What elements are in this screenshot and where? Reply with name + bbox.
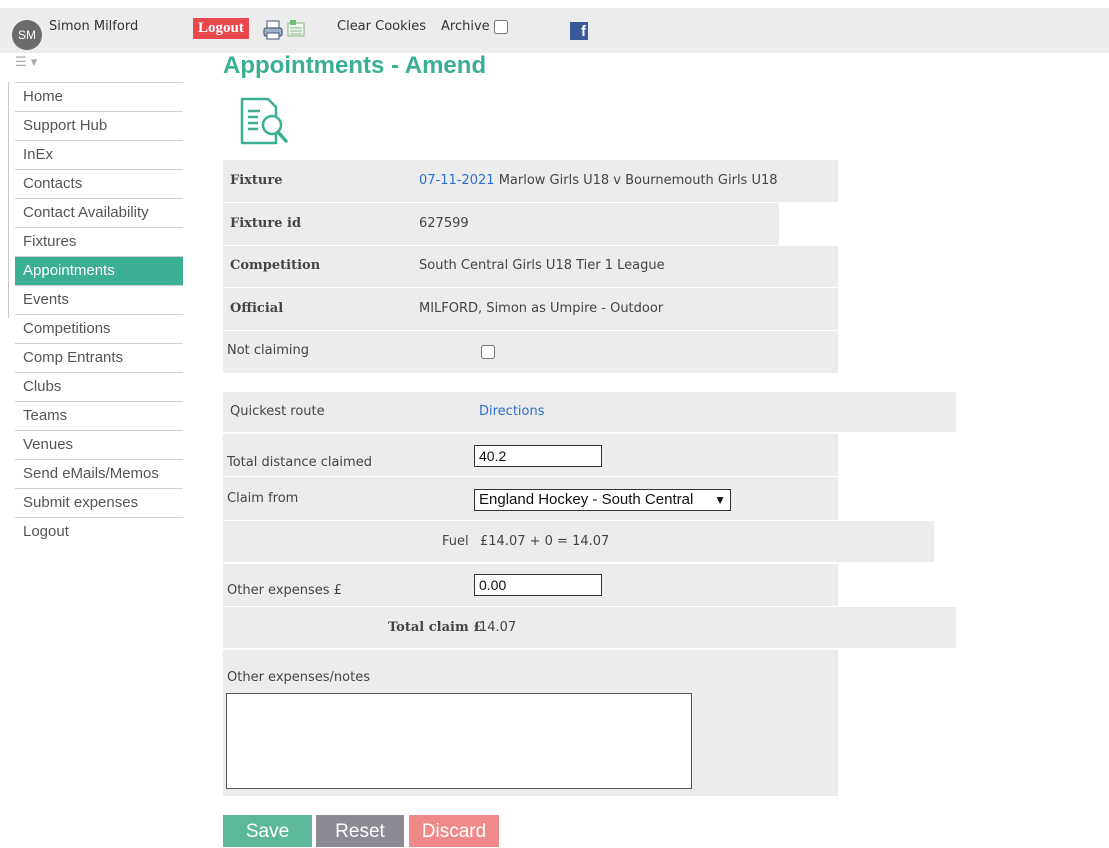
competition-value: South Central Girls U18 Tier 1 League [419, 258, 665, 273]
fixture-label: Fixture [230, 173, 283, 188]
total-claim-label: Total claim £ [388, 620, 483, 635]
sidebar-item-contact-availability[interactable]: Contact Availability [15, 198, 183, 227]
hamburger-menu-icon[interactable]: ☰ ▾ [15, 55, 45, 70]
fixture-id-label: Fixture id [230, 216, 302, 231]
not-claiming-checkbox[interactable] [481, 345, 495, 359]
notes-label: Other expenses/notes [227, 670, 370, 685]
fixture-value: 07-11-2021 Marlow Girls U18 v Bournemout… [419, 173, 778, 188]
total-claim-value: 14.07 [479, 620, 517, 635]
page-title: Appointments - Amend [223, 52, 487, 79]
notes-textarea[interactable] [226, 693, 692, 789]
reset-button[interactable]: Reset [316, 815, 404, 847]
fixture-id-value: 627599 [419, 216, 469, 231]
fuel-calculation: £14.07 + 0 = 14.07 [480, 534, 610, 549]
user-name: Simon Milford [49, 19, 139, 34]
sidebar-item-teams[interactable]: Teams [15, 401, 183, 430]
competition-row: Competition South Central Girls U18 Tier… [223, 246, 838, 287]
quickest-route-row: Quickest route Directions [223, 392, 956, 432]
sidebar-item-contacts[interactable]: Contacts [15, 169, 183, 198]
claim-from-selected: England Hockey - South Central [479, 491, 694, 508]
sidebar-item-clubs[interactable]: Clubs [15, 372, 183, 401]
sidebar-item-events[interactable]: Events [15, 285, 183, 314]
claim-from-row: Claim from England Hockey - South Centra… [223, 477, 838, 520]
spreadsheet-icon[interactable] [285, 18, 307, 40]
claim-from-select[interactable]: England Hockey - South Central ▼ [474, 489, 731, 511]
other-expenses-row: Other expenses £ [223, 564, 838, 606]
sidebar-item-fixtures[interactable]: Fixtures [15, 227, 183, 256]
other-expenses-label: Other expenses £ [227, 583, 342, 598]
logout-button[interactable]: Logout [193, 18, 249, 39]
archive-checkbox[interactable] [494, 20, 508, 34]
fuel-row: Fuel £14.07 + 0 = 14.07 [223, 521, 934, 562]
sidebar-item-inex[interactable]: InEx [15, 140, 183, 169]
official-label: Official [230, 301, 284, 316]
printer-icon[interactable] [262, 19, 284, 41]
facebook-icon[interactable]: f [570, 22, 588, 40]
distance-label: Total distance claimed [227, 455, 372, 470]
other-expenses-input[interactable] [474, 574, 602, 596]
sidebar-divider [8, 82, 9, 318]
sidebar-item-home[interactable]: Home [15, 82, 183, 111]
distance-input[interactable] [474, 445, 602, 467]
sidebar-item-support-hub[interactable]: Support Hub [15, 111, 183, 140]
official-value: MILFORD, Simon as Umpire - Outdoor [419, 301, 664, 316]
discard-button[interactable]: Discard [409, 815, 499, 847]
distance-row: Total distance claimed [223, 434, 838, 476]
claim-from-label: Claim from [227, 491, 299, 506]
official-row: Official MILFORD, Simon as Umpire - Outd… [223, 288, 838, 330]
not-claiming-label: Not claiming [227, 343, 310, 358]
sidebar-item-logout[interactable]: Logout [15, 517, 183, 546]
chevron-down-icon: ▼ [714, 493, 726, 507]
sidebar-item-comp-entrants[interactable]: Comp Entrants [15, 343, 183, 372]
document-search-icon [240, 97, 288, 145]
fixture-date-link[interactable]: 07-11-2021 [419, 173, 495, 188]
sidebar-item-submit-expenses[interactable]: Submit expenses [15, 488, 183, 517]
sidebar: Home Support Hub InEx Contacts Contact Avail… [15, 82, 183, 546]
directions-link[interactable]: Directions [479, 404, 545, 419]
save-button[interactable]: Save [223, 815, 312, 847]
archive-label: Archive [441, 19, 490, 34]
fuel-label: Fuel [442, 534, 469, 549]
fixture-row: Fixture 07-11-2021 Marlow Girls U18 v Bo… [223, 160, 838, 202]
quickest-route-label: Quickest route [230, 404, 325, 419]
sidebar-item-competitions[interactable]: Competitions [15, 314, 183, 343]
top-bar: SM Simon Milford Logout Clear Cookies Ar… [0, 8, 1109, 53]
sidebar-item-send-emails-memos[interactable]: Send eMails/Memos [15, 459, 183, 488]
fixture-id-row: Fixture id 627599 [223, 203, 779, 245]
clear-cookies-link[interactable]: Clear Cookies [337, 19, 426, 34]
avatar[interactable]: SM [12, 20, 42, 50]
sidebar-item-venues[interactable]: Venues [15, 430, 183, 459]
competition-label: Competition [230, 258, 321, 273]
sidebar-item-appointments[interactable]: Appointments [15, 256, 183, 285]
fixture-description: Marlow Girls U18 v Bournemouth Girls U18 [498, 173, 778, 188]
not-claiming-row: Not claiming [223, 331, 838, 373]
total-claim-row: Total claim £ 14.07 [223, 607, 956, 648]
